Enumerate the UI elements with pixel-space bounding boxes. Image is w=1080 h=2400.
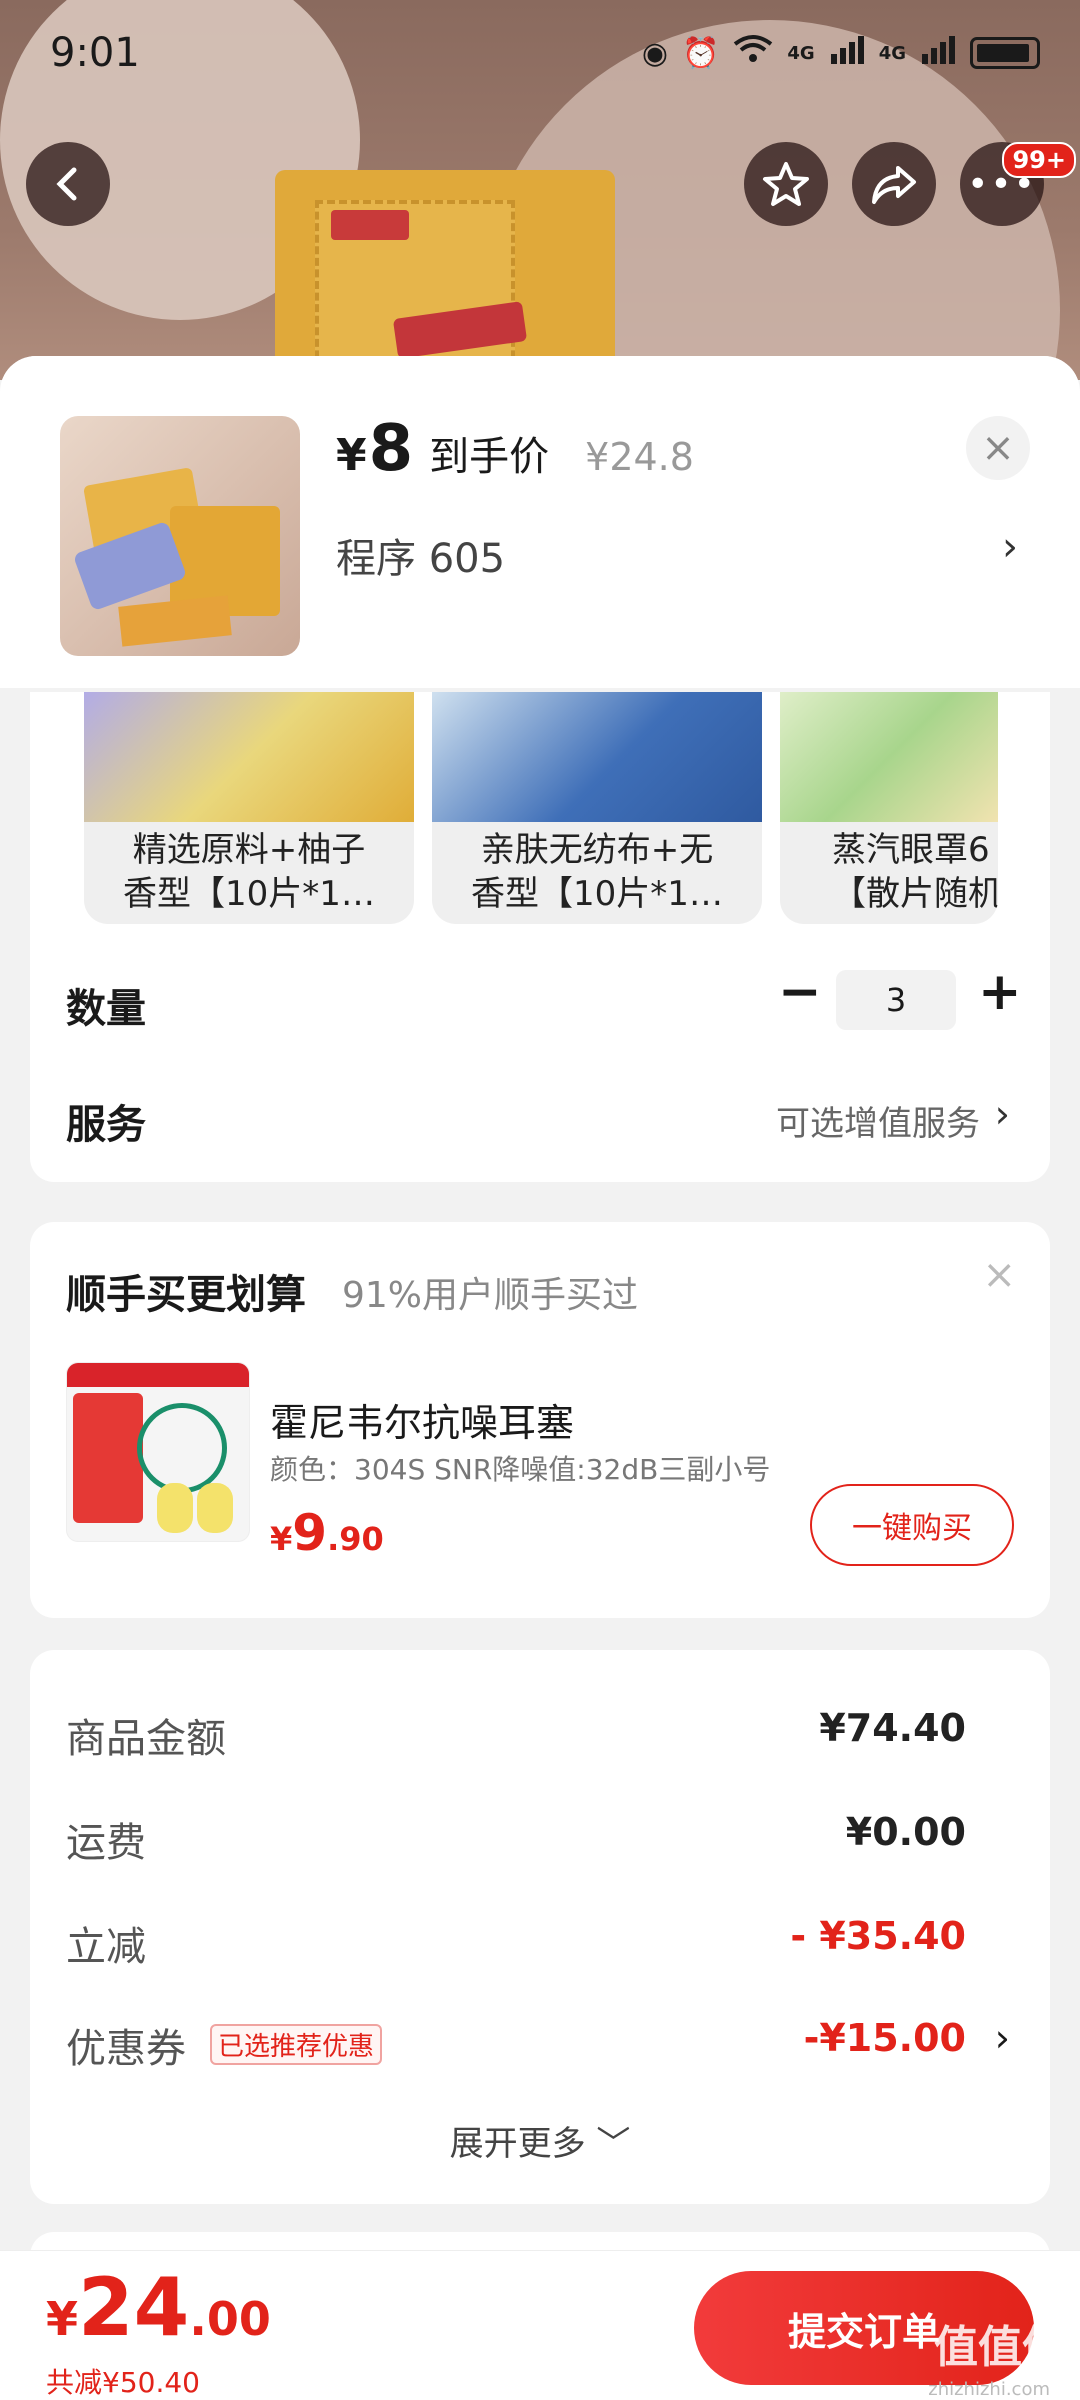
chevron-right-icon[interactable]: › <box>1002 524 1018 570</box>
summary-label: 优惠券 <box>66 2026 186 2072</box>
close-button[interactable]: × <box>966 416 1030 480</box>
summary-row-shipping: 运费 ¥0.00 <box>66 1810 1010 1870</box>
quantity-service-card: 数量 − 3 + 服务 可选增值服务 › <box>30 932 1050 1182</box>
quantity-increase-button[interactable]: + <box>978 962 1022 1022</box>
addon-price: ¥9.90 <box>270 1504 384 1562</box>
summary-value: ¥0.00 <box>845 1810 966 1854</box>
addon-subtitle: 91%用户顺手买过 <box>342 1275 639 1316</box>
addon-product-spec: 颜色：304S SNR降噪值:32dB三副小号 <box>270 1453 771 1486</box>
signal-bars-icon <box>829 34 865 72</box>
quantity-label: 数量 <box>66 986 146 1032</box>
watermark-sub: zhizhizhi.com <box>928 2379 1050 2400</box>
back-icon <box>56 167 77 201</box>
service-option-link[interactable]: 可选增值服务 <box>776 1096 980 1145</box>
one-click-buy-button[interactable]: 一键购买 <box>810 1484 1014 1566</box>
product-thumbnail[interactable] <box>60 416 300 656</box>
alarm-icon: ⏰ <box>682 35 720 71</box>
quantity-input[interactable]: 3 <box>836 970 956 1030</box>
status-bar: 9:01 ◉ ⏰ 4G 4G <box>0 0 1080 110</box>
expand-more-button[interactable]: 展开更多 ﹀ <box>30 2116 1050 2165</box>
service-label: 服务 <box>66 1102 146 1148</box>
bg-tag <box>331 210 409 240</box>
addon-title: 顺手买更划算 <box>66 1272 306 1318</box>
original-price: ¥24.8 <box>585 435 694 479</box>
close-icon: × <box>981 425 1015 471</box>
status-icons: ◉ ⏰ 4G 4G <box>642 34 1040 72</box>
back-button[interactable] <box>26 142 110 226</box>
summary-value: - ¥35.40 <box>790 1914 966 1958</box>
variant-image <box>780 692 998 822</box>
thumb-card <box>118 595 232 647</box>
star-icon <box>763 162 809 206</box>
chevron-right-icon[interactable]: › <box>995 2016 1010 2060</box>
summary-row-discount: 立减 - ¥35.40 <box>66 1914 1010 1974</box>
signal-icon-2: 4G <box>878 42 906 64</box>
status-time: 9:01 <box>50 30 140 76</box>
share-icon <box>872 166 916 204</box>
order-summary: 商品金额 ¥74.40 运费 ¥0.00 立减 - ¥35.40 优惠券 已选推… <box>30 1650 1050 2204</box>
coupon-tag: 已选推荐优惠 <box>210 2024 383 2065</box>
summary-value: -¥15.00 <box>803 2016 966 2060</box>
addon-img-bar <box>67 1363 249 1387</box>
total-price: ¥24.00 <box>46 2261 271 2354</box>
summary-label: 商品金额 <box>66 1716 226 1762</box>
share-button[interactable] <box>852 142 936 226</box>
total-saved: 共减¥50.40 <box>46 2366 200 2399</box>
variant-strip: 精选原料+柚子 香型【10片*1… 亲肤无纺布+无 香型【10片*1… 蒸汽眼罩… <box>30 692 1050 932</box>
addon-product-image[interactable] <box>66 1362 250 1542</box>
summary-row-subtotal: 商品金额 ¥74.40 <box>66 1706 1010 1766</box>
addon-img-plug <box>197 1483 233 1533</box>
close-icon[interactable]: × <box>982 1252 1016 1298</box>
total-dec: .00 <box>189 2292 271 2346</box>
product-header: ¥ 8 到手价 ¥24.8 × 程序 605 › <box>0 356 1080 688</box>
quantity-decrease-button[interactable]: − <box>778 962 822 1022</box>
addon-price-dec: .90 <box>327 1520 384 1558</box>
variant-option[interactable]: 蒸汽眼罩6 【散片随机 <box>780 692 998 924</box>
variant-image <box>84 692 414 822</box>
total-int: 24 <box>78 2261 190 2354</box>
eye-icon: ◉ <box>641 35 669 71</box>
summary-label: 运费 <box>66 1820 146 1866</box>
final-price-label: 到手价 <box>429 434 550 480</box>
signal-icon: 4G <box>787 42 815 64</box>
addon-img-panel <box>73 1393 143 1523</box>
addon-price-symbol: ¥ <box>270 1520 293 1558</box>
notification-badge: 99+ <box>1002 142 1076 178</box>
addon-img-cord <box>137 1403 227 1493</box>
battery-icon <box>970 37 1040 69</box>
summary-value: ¥74.40 <box>819 1706 966 1750</box>
total-symbol: ¥ <box>46 2292 79 2346</box>
addon-product-name[interactable]: 霍尼韦尔抗噪耳塞 <box>270 1392 574 1447</box>
variant-option[interactable]: 亲肤无纺布+无 香型【10片*1… <box>432 692 762 924</box>
final-price: 8 <box>368 412 414 486</box>
favorite-button[interactable] <box>744 142 828 226</box>
chevron-right-icon[interactable]: › <box>995 1092 1010 1136</box>
addon-img-plug <box>157 1483 193 1533</box>
checkout-bar: ¥24.00 共减¥50.40 提交订单 值值值 zhizhizhi.com <box>0 2250 1080 2400</box>
price-symbol: ¥ <box>336 430 367 481</box>
addon-price-int: 9 <box>292 1504 328 1562</box>
summary-row-coupon[interactable]: 优惠券 已选推荐优惠 -¥15.00 › <box>66 2016 1010 2076</box>
bg-product-box <box>275 170 615 380</box>
variant-label: 精选原料+柚子 香型【10片*1… <box>123 830 375 914</box>
watermark: 值值值 <box>934 2322 1066 2373</box>
selected-spec[interactable]: 程序 605 <box>336 526 505 584</box>
variant-image <box>432 692 762 822</box>
wifi-icon <box>733 34 773 72</box>
variant-label: 亲肤无纺布+无 香型【10片*1… <box>471 830 723 914</box>
price-block: ¥ 8 到手价 ¥24.8 <box>336 412 694 486</box>
signal-bars-icon-2 <box>920 34 956 72</box>
addon-recommendation-card: 顺手买更划算 91%用户顺手买过 × 霍尼韦尔抗噪耳塞 颜色：304S SNR降… <box>30 1222 1050 1618</box>
summary-label: 立减 <box>66 1924 146 1970</box>
variant-label: 蒸汽眼罩6 【散片随机 <box>832 830 998 914</box>
variant-option[interactable]: 精选原料+柚子 香型【10片*1… <box>84 692 414 924</box>
